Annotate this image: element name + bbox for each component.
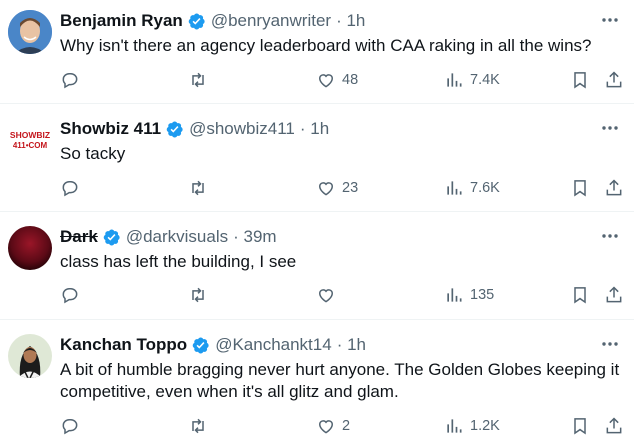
tweet-header: Showbiz 411 @showbiz411 · 1h — [60, 118, 329, 140]
author-name[interactable]: Benjamin Ryan — [60, 11, 183, 31]
bookmark-icon — [574, 180, 586, 197]
avatar[interactable] — [8, 334, 52, 378]
retweet-icon — [192, 180, 204, 196]
author-handle[interactable]: @benryanwriter — [211, 11, 331, 31]
tweet-time[interactable]: · 39m — [233, 227, 276, 247]
retweet-icon — [192, 287, 204, 303]
views-button[interactable]: 7.6K — [444, 177, 500, 199]
views-button[interactable]: 1.2K — [444, 415, 500, 437]
retweet-icon — [192, 72, 204, 88]
verified-badge-icon — [188, 13, 205, 29]
tweet[interactable]: Benjamin Ryan @benryanwriter · 1h Why is… — [0, 0, 634, 104]
verified-badge-icon — [103, 229, 120, 245]
author-handle[interactable]: @Kanchankt14 — [215, 335, 332, 355]
bookmark-button[interactable] — [570, 284, 590, 306]
tweet-header: Dark @darkvisuals · 39m — [60, 226, 277, 248]
bookmark-button[interactable] — [570, 69, 590, 91]
share-icon — [606, 179, 622, 196]
tweet-time[interactable]: · 1h — [336, 11, 365, 31]
retweet-button[interactable] — [188, 177, 214, 199]
bookmark-icon — [574, 72, 586, 89]
more-icon[interactable] — [600, 118, 620, 138]
tweet-header: Benjamin Ryan @benryanwriter · 1h — [60, 10, 365, 32]
tweet-text-line: competitive, even when it's all glitz an… — [60, 382, 399, 401]
bookmark-icon — [574, 287, 586, 304]
tweet-time[interactable]: · 1h — [300, 119, 329, 139]
tweet-text: A bit of humble bragging never hurt anyo… — [60, 359, 620, 403]
share-icon — [606, 286, 622, 303]
tweet-text: class has left the building, I see — [60, 251, 620, 273]
tweet-feed: Benjamin Ryan @benryanwriter · 1h Why is… — [0, 0, 634, 443]
reply-button[interactable] — [60, 284, 86, 306]
retweet-button[interactable] — [188, 415, 214, 437]
share-button[interactable] — [604, 69, 624, 91]
tweet[interactable]: SHOWBIZ 411•COM Showbiz 411 @showbiz411 … — [0, 108, 634, 212]
share-icon — [606, 417, 622, 434]
tweet-header: Kanchan Toppo @Kanchankt14 · 1h — [60, 334, 366, 356]
bookmark-icon — [574, 418, 586, 435]
bookmark-button[interactable] — [570, 177, 590, 199]
reply-button[interactable] — [60, 69, 86, 91]
avatar[interactable]: SHOWBIZ 411•COM — [8, 118, 52, 162]
views-button[interactable]: 7.4K — [444, 69, 500, 91]
verified-badge-icon — [166, 121, 183, 137]
like-button[interactable]: 2 — [316, 415, 350, 437]
reply-icon — [62, 288, 78, 304]
tweet-text: So tacky — [60, 143, 620, 165]
tweet-actions: 23 7.6K — [60, 177, 630, 199]
tweet[interactable]: Kanchan Toppo @Kanchankt14 · 1h A bit of… — [0, 324, 634, 443]
views-icon — [447, 419, 462, 433]
tweet[interactable]: Dark @darkvisuals · 39m class has left t… — [0, 216, 634, 320]
like-button[interactable]: 48 — [316, 69, 358, 91]
reply-button[interactable] — [60, 177, 86, 199]
share-button[interactable] — [604, 177, 624, 199]
retweet-icon — [192, 418, 204, 434]
verified-badge-icon — [192, 337, 209, 353]
reply-icon — [62, 181, 78, 197]
retweet-button[interactable] — [188, 69, 214, 91]
views-icon — [447, 288, 462, 302]
views-button[interactable]: 135 — [444, 284, 494, 306]
share-button[interactable] — [604, 415, 624, 437]
avatar-logo-top: SHOWBIZ — [10, 130, 50, 140]
heart-icon — [318, 182, 334, 196]
tweet-actions: 135 — [60, 284, 630, 306]
heart-icon — [318, 289, 334, 303]
author-name[interactable]: Kanchan Toppo — [60, 335, 187, 355]
like-button[interactable]: 23 — [316, 177, 358, 199]
like-button[interactable] — [316, 284, 342, 306]
bookmark-button[interactable] — [570, 415, 590, 437]
more-icon[interactable] — [600, 334, 620, 354]
avatar[interactable] — [8, 226, 52, 270]
tweet-text: Why isn't there an agency leaderboard wi… — [60, 35, 620, 57]
author-name[interactable]: Dark — [60, 227, 98, 247]
reply-icon — [62, 419, 78, 435]
share-icon — [606, 71, 622, 88]
tweet-text-line: A bit of humble bragging never hurt anyo… — [60, 360, 620, 379]
tweet-actions: 48 7.4K — [60, 69, 630, 91]
author-handle[interactable]: @showbiz411 — [189, 119, 295, 139]
more-icon[interactable] — [600, 226, 620, 246]
tweet-text-line: Why isn't there an agency leaderboard wi… — [60, 36, 592, 55]
heart-icon — [318, 420, 334, 434]
avatar-logo-bottom: 411•COM — [13, 141, 48, 150]
tweet-text-line: class has left the building, I see — [60, 252, 297, 271]
reply-icon — [62, 73, 78, 89]
views-icon — [447, 73, 462, 87]
author-handle[interactable]: @darkvisuals — [126, 227, 228, 247]
more-icon[interactable] — [600, 10, 620, 30]
avatar[interactable] — [8, 10, 52, 54]
retweet-button[interactable] — [188, 284, 214, 306]
views-icon — [447, 181, 462, 195]
tweet-text-line: So tacky — [60, 144, 126, 163]
tweet-actions: 2 1.2K — [60, 415, 630, 437]
author-name[interactable]: Showbiz 411 — [60, 119, 161, 139]
tweet-time[interactable]: · 1h — [337, 335, 366, 355]
share-button[interactable] — [604, 284, 624, 306]
reply-button[interactable] — [60, 415, 86, 437]
heart-icon — [318, 74, 334, 88]
